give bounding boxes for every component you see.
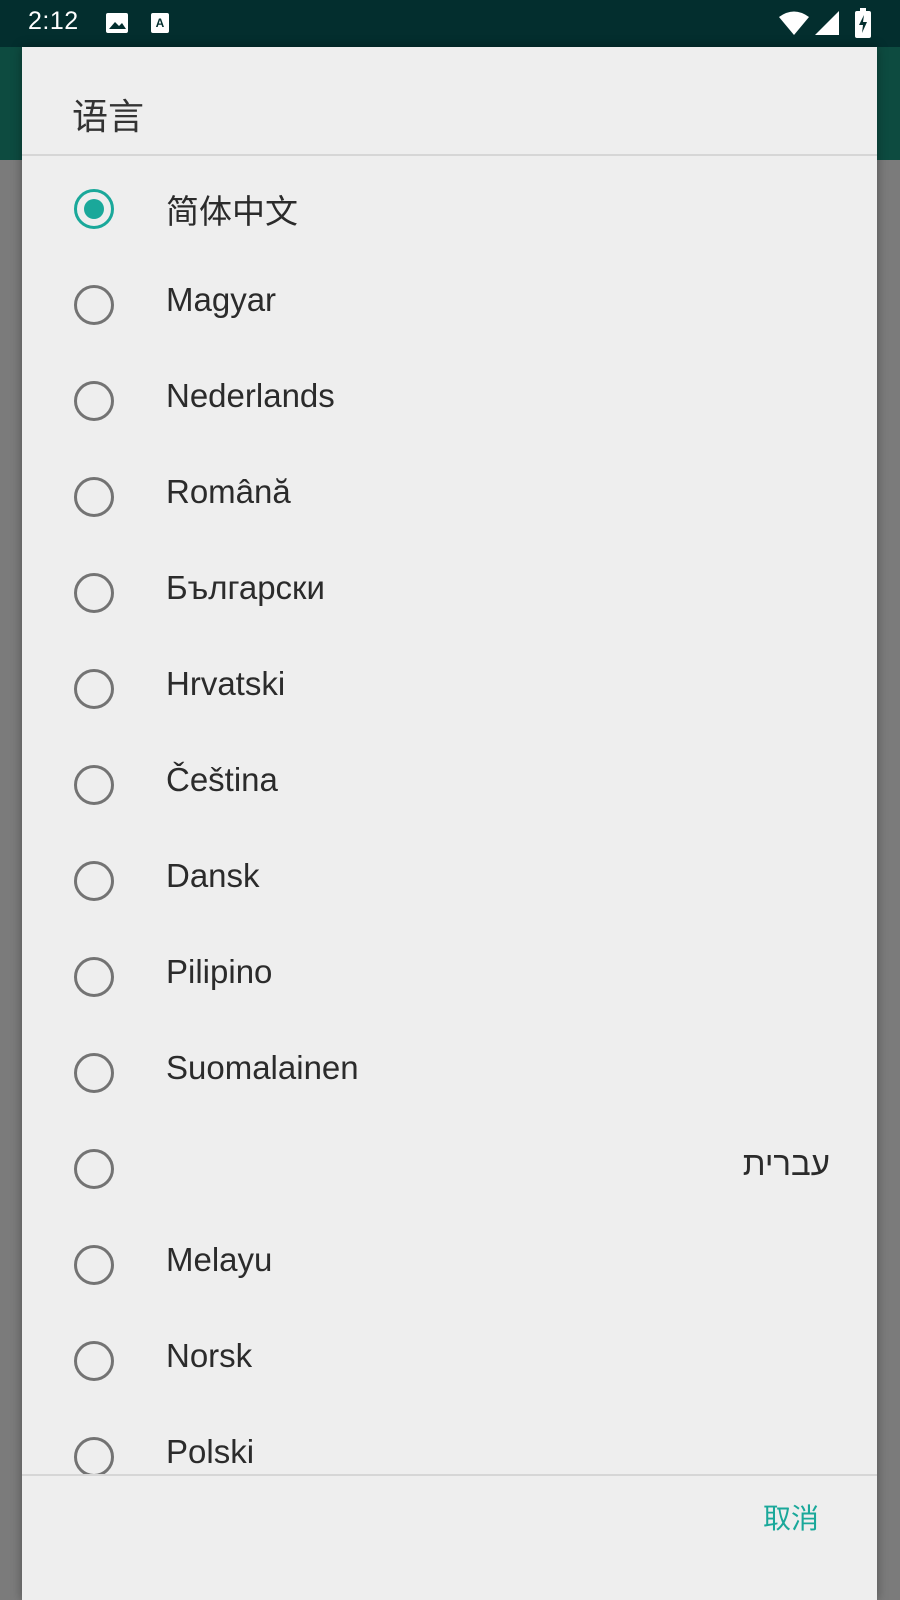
language-option-label: Čeština [166,761,278,798]
status-bar: 2:12 A [0,0,900,47]
radio-unchecked-icon[interactable] [74,1437,114,1474]
radio-unchecked-icon[interactable] [74,1149,114,1189]
language-option-label: Nederlands [166,377,335,414]
language-option-label: Melayu [166,1241,273,1278]
radio-unchecked-icon[interactable] [74,861,114,901]
language-option-label: עברית [742,1145,830,1182]
battery-charging-icon [855,8,871,42]
language-option[interactable]: Suomalainen [22,1025,877,1121]
language-option-label: Norsk [166,1337,253,1374]
language-option[interactable]: עברית [22,1121,877,1217]
language-option[interactable]: Dansk [22,833,877,929]
radio-unchecked-icon[interactable] [74,957,114,997]
radio-unchecked-icon[interactable] [74,573,114,613]
language-option-label: Pilipino [166,953,273,990]
language-option-list[interactable]: 简体中文 Magyar Nederlands Română Български Hrvat… [22,156,877,1474]
language-option[interactable]: Norsk [22,1313,877,1409]
signal-icon [814,10,840,40]
svg-text:A: A [156,16,165,30]
language-option-label: Dansk [166,857,260,894]
language-option[interactable]: Pilipino [22,929,877,1025]
wifi-icon [778,10,810,40]
language-option[interactable]: Nederlands [22,353,877,449]
language-option[interactable]: Română [22,449,877,545]
status-time: 2:12 [28,7,79,35]
radio-dot-icon [84,199,104,219]
radio-unchecked-icon[interactable] [74,765,114,805]
image-icon [105,12,129,38]
language-option[interactable]: Melayu [22,1217,877,1313]
radio-unchecked-icon[interactable] [74,1341,114,1381]
language-option-label: Suomalainen [166,1049,359,1086]
radio-checked-icon[interactable] [74,189,114,229]
radio-unchecked-icon[interactable] [74,285,114,325]
language-dialog: 语言 简体中文 Magyar Nederlands Română Български Hr… [22,47,877,1600]
language-option-label: Български [166,569,325,606]
language-option[interactable]: Polski [22,1409,877,1474]
dialog-title: 语言 [72,97,145,138]
radio-unchecked-icon[interactable] [74,477,114,517]
language-option-label: Polski [166,1433,255,1470]
language-option-label: Română [166,473,291,510]
language-option[interactable]: Čeština [22,737,877,833]
language-option[interactable]: Български [22,545,877,641]
radio-unchecked-icon[interactable] [74,1053,114,1093]
button-divider [22,1474,877,1476]
language-option[interactable]: 简体中文 [22,161,877,257]
language-option[interactable]: Hrvatski [22,641,877,737]
language-option-label: Magyar [166,281,277,318]
radio-unchecked-icon[interactable] [74,669,114,709]
a-icon: A [150,12,170,38]
radio-unchecked-icon[interactable] [74,381,114,421]
language-option[interactable]: Magyar [22,257,877,353]
cancel-button[interactable]: 取消 [763,1487,819,1547]
language-option-label: Hrvatski [166,665,286,702]
language-option-label: 简体中文 [166,193,298,230]
radio-unchecked-icon[interactable] [74,1245,114,1285]
